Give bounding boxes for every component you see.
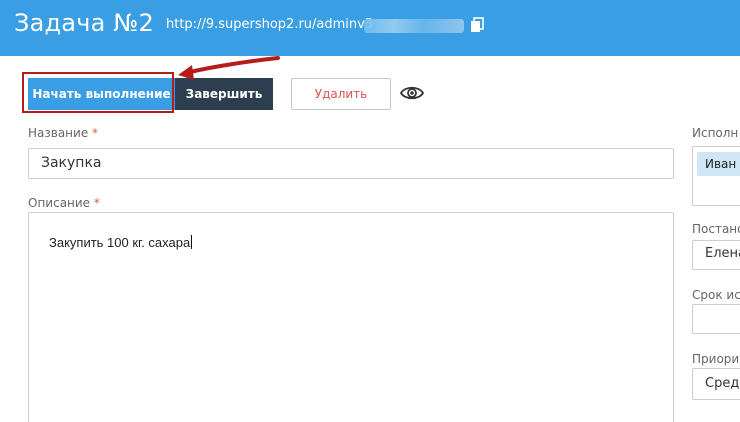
page-title: Задача №2 [14,9,154,37]
required-mark: * [92,126,99,140]
copy-icon[interactable] [470,17,484,33]
required-mark: * [93,196,100,210]
eye-icon[interactable] [400,84,424,102]
priority-label: Приори [692,352,740,366]
name-label: Название * [28,126,99,140]
creator-label: Постано [692,222,740,236]
name-input[interactable]: Закупка [28,148,674,179]
creator-value: Елена [705,246,740,261]
annotation-highlight-box [22,72,174,113]
text-caret [191,235,193,249]
task-url-link[interactable]: http://9.supershop2.ru/adminv3 [166,17,373,32]
assignee-chip[interactable]: Иван [697,152,740,176]
description-label: Описание * [28,196,100,210]
assignee-label: Исполн [692,126,739,140]
deadline-input[interactable] [692,304,740,334]
page-header: Задача №2 http://9.supershop2.ru/adminv3 [0,0,740,56]
description-textarea[interactable]: Закупить 100 кг. сахара [28,212,674,422]
deadline-label: Срок ис [692,288,740,302]
arrow-annotation [178,56,280,80]
priority-value: Сред [705,376,740,391]
delete-button[interactable]: Удалить [291,78,391,110]
url-redacted [364,19,464,33]
description-text: Закупить 100 кг. сахара [49,235,191,250]
